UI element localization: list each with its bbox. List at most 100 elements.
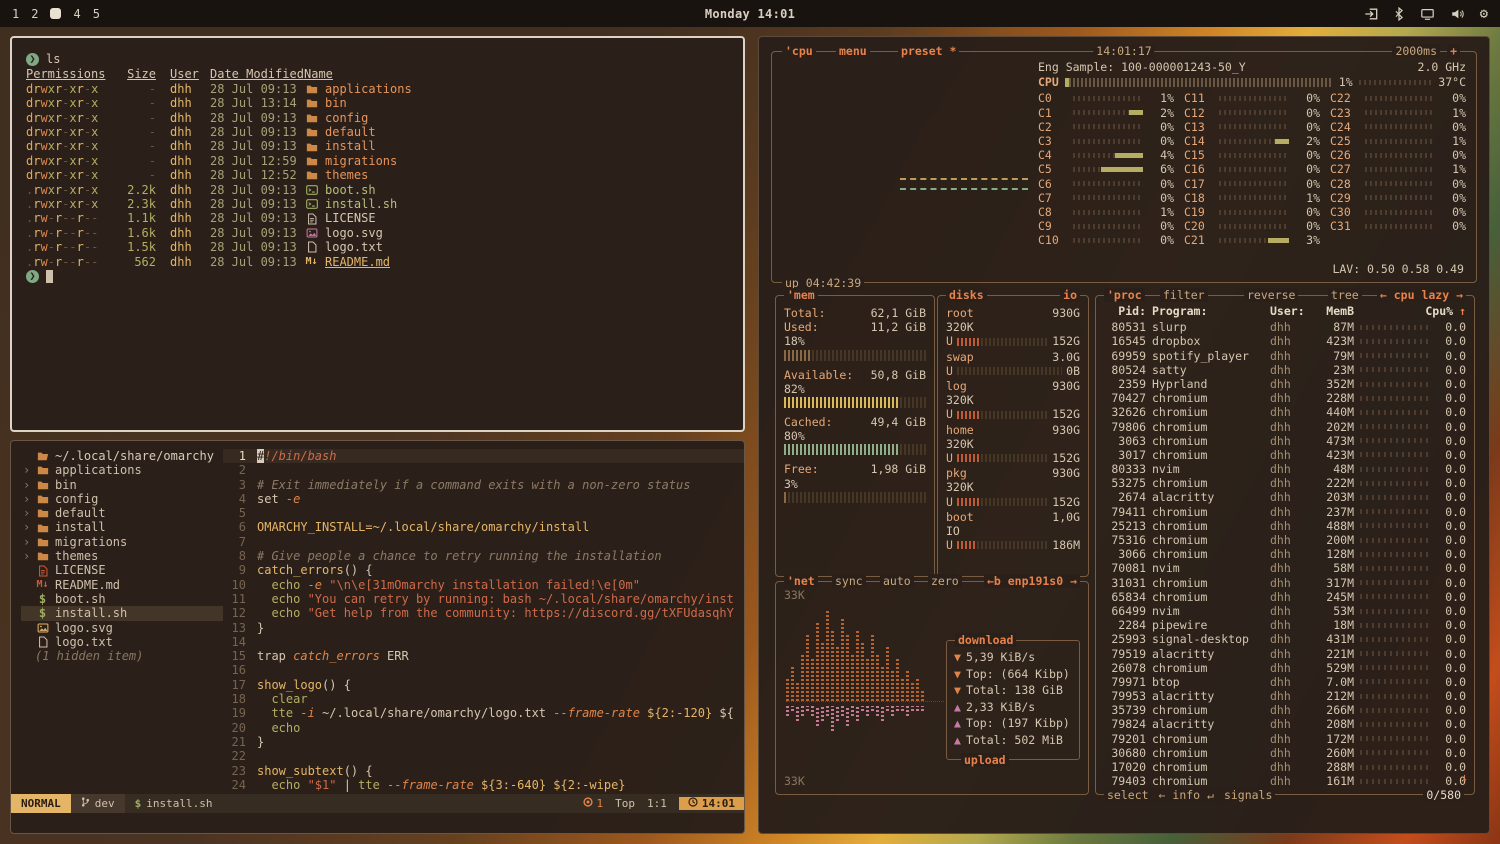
disks-box-title[interactable]: disks (946, 288, 987, 302)
interval-increase-button[interactable]: + (1447, 44, 1460, 58)
process-row[interactable]: 79411chromiumdhh237M0.0 (1104, 505, 1466, 519)
proc-footer-action[interactable]: signals (1224, 788, 1272, 802)
process-row[interactable]: 65834chromiumdhh245M0.0 (1104, 590, 1466, 604)
proc-footer-action[interactable]: ← info ↵ (1159, 788, 1214, 802)
tree-item[interactable]: ›config (21, 492, 223, 506)
process-row[interactable]: 75316chromiumdhh200M0.0 (1104, 533, 1466, 547)
tree-item[interactable]: logo.svg (21, 621, 223, 635)
tree-item[interactable]: ›install (21, 520, 223, 534)
process-row[interactable]: 53275chromiumdhh222M0.0 (1104, 476, 1466, 490)
preset-button[interactable]: preset * (898, 44, 959, 58)
process-row[interactable]: 31031chromiumdhh317M0.0 (1104, 576, 1466, 590)
tree-item[interactable]: LICENSE (21, 563, 223, 577)
shell-icon (304, 198, 319, 210)
process-row[interactable]: 66499nvimdhh53M0.0 (1104, 604, 1466, 618)
network-icon[interactable] (1420, 7, 1435, 21)
mem-box-title[interactable]: 'mem (784, 288, 818, 302)
menu-button[interactable]: menu (836, 44, 870, 58)
process-row[interactable]: 17020chromiumdhh288M0.0 (1104, 760, 1466, 774)
workspace-button[interactable]: 5 (93, 7, 100, 21)
editor-window[interactable]: ~/.local/share/omarchy›applications›bin›… (10, 440, 745, 834)
shell-prompt-current[interactable]: ❯ (26, 270, 729, 283)
io-toggle[interactable]: io (1060, 288, 1080, 302)
tree-item[interactable]: M↓README.md (21, 578, 223, 592)
cpu-core-row: C213% (1184, 233, 1320, 247)
process-row[interactable]: 70081nvimdhh58M0.0 (1104, 561, 1466, 575)
logout-icon[interactable] (1364, 7, 1378, 21)
process-row[interactable]: 79519alacrittydhh221M0.0 (1104, 647, 1466, 661)
tree-item[interactable]: ›bin (21, 478, 223, 492)
workspace-active-indicator[interactable] (50, 8, 61, 19)
proc-footer-action[interactable]: select (1107, 788, 1149, 802)
process-list-header[interactable]: Pid: Program: User: MemB Cpu% ↑ (1104, 304, 1466, 318)
net-interface[interactable]: ←b enp191s0 → (984, 574, 1080, 588)
terminal-window-ls[interactable]: ❯ ls PermissionsSizeUserDate ModifiedNam… (10, 36, 745, 432)
process-row[interactable]: 80524sattydhh23M0.0 (1104, 363, 1466, 377)
workspace-button[interactable]: 4 (73, 7, 80, 21)
tree-item[interactable]: ›applications (21, 463, 223, 477)
mem-total: Total:62,1 GiB (784, 306, 926, 320)
net-auto-toggle[interactable]: auto (880, 574, 914, 588)
line-number: 9 (223, 563, 257, 577)
settings-icon[interactable]: ⚙ (1480, 7, 1488, 21)
tree-item[interactable]: $boot.sh (21, 592, 223, 606)
cpu-core-row: C150% (1184, 148, 1320, 162)
process-row[interactable]: 26078chromiumdhh529M0.0 (1104, 661, 1466, 675)
process-row[interactable]: 79806chromiumdhh202M0.0 (1104, 420, 1466, 434)
code-editor[interactable]: 1#!/bin/bash2 3# Exit immediately if a c… (223, 441, 744, 793)
process-row[interactable]: 16545dropboxdhh423M0.0 (1104, 334, 1466, 348)
process-row[interactable]: 79953alacrittydhh212M0.0 (1104, 689, 1466, 703)
scroll-down-icon[interactable]: ↓ (1461, 770, 1468, 784)
process-row[interactable]: 79201chromiumdhh172M0.0 (1104, 732, 1466, 746)
process-row[interactable]: 69959spotify_playerdhh79M0.0 (1104, 349, 1466, 363)
process-row[interactable]: 79971btopdhh7.0M0.0 (1104, 675, 1466, 689)
folder-icon (304, 83, 319, 95)
process-row[interactable]: 32626chromiumdhh440M0.0 (1104, 405, 1466, 419)
tree-item[interactable]: ›default (21, 506, 223, 520)
system-tray: ⚙ (1258, 7, 1488, 21)
process-row[interactable]: 2359Hyprlanddhh352M0.0 (1104, 377, 1466, 391)
tree-item[interactable]: $install.sh (21, 606, 223, 620)
process-row[interactable]: 70427chromiumdhh228M0.0 (1104, 391, 1466, 405)
line-number: 20 (223, 721, 257, 735)
net-zero-toggle[interactable]: zero (928, 574, 962, 588)
bluetooth-icon[interactable] (1393, 7, 1405, 21)
process-row[interactable]: 30680chromiumdhh260M0.0 (1104, 746, 1466, 760)
tree-item[interactable]: logo.txt (21, 635, 223, 649)
tree-item[interactable]: ›migrations (21, 535, 223, 549)
workspace-switcher: 12 45 (12, 7, 242, 21)
update-interval[interactable]: 2000ms (1392, 44, 1440, 58)
process-row[interactable]: 25993signal-desktopdhh431M0.0 (1104, 632, 1466, 646)
process-row[interactable]: 3063chromiumdhh473M0.0 (1104, 434, 1466, 448)
process-row[interactable]: 80333nvimdhh48M0.0 (1104, 462, 1466, 476)
process-row[interactable]: 35739chromiumdhh266M0.0 (1104, 703, 1466, 717)
process-row[interactable]: 79403chromiumdhh161M0.0 (1104, 774, 1466, 788)
cpu-box-title[interactable]: 'cpu (782, 44, 816, 58)
process-row[interactable]: 3066chromiumdhh128M0.0 (1104, 547, 1466, 561)
tree-root[interactable]: ~/.local/share/omarchy (21, 449, 223, 463)
cpu-core-grid: C01%C12%C20%C30%C44%C56%C60%C70%C81%C90%… (1038, 91, 1466, 247)
system-monitor-window[interactable]: 'cpu menu preset * 14:01:17 2000ms + Eng… (758, 36, 1490, 834)
process-row[interactable]: 79824alacrittydhh208M0.0 (1104, 717, 1466, 731)
proc-tree-toggle[interactable]: tree (1328, 288, 1362, 302)
net-box-title[interactable]: 'net (784, 574, 818, 588)
folder-icon (304, 112, 319, 124)
process-row[interactable]: 80531slurpdhh87M0.0 (1104, 320, 1466, 334)
proc-sort-nav[interactable]: ← cpu lazy → (1377, 288, 1466, 302)
file-name: themes (304, 168, 729, 182)
shell-prompt[interactable]: ❯ ls (26, 52, 729, 66)
volume-icon[interactable] (1450, 7, 1465, 21)
process-row[interactable]: 3017chromiumdhh423M0.0 (1104, 448, 1466, 462)
code-line: 8# Give people a chance to retry running… (223, 549, 744, 563)
process-row[interactable]: 2674alacrittydhh203M0.0 (1104, 490, 1466, 504)
net-sync-toggle[interactable]: sync (832, 574, 866, 588)
proc-reverse-toggle[interactable]: reverse (1244, 288, 1298, 302)
tree-item[interactable]: ›themes (21, 549, 223, 563)
process-row[interactable]: 2284pipewiredhh18M0.0 (1104, 618, 1466, 632)
process-row[interactable]: 25213chromiumdhh488M0.0 (1104, 519, 1466, 533)
workspace-button[interactable]: 2 (31, 7, 38, 21)
workspace-button[interactable]: 1 (12, 7, 19, 21)
proc-box-title[interactable]: 'proc (1104, 288, 1145, 302)
cpu-core-row: C251% (1330, 134, 1466, 148)
proc-filter-button[interactable]: filter (1160, 288, 1208, 302)
